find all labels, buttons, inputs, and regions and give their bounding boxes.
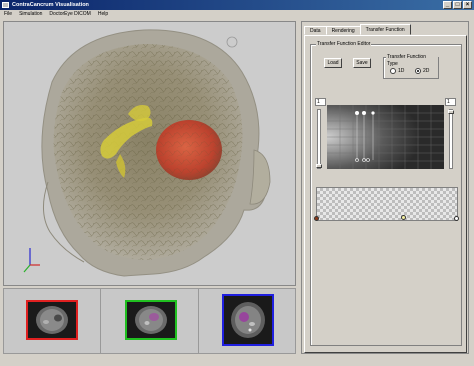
radio-2d-label: 2D xyxy=(423,68,430,74)
menu-file[interactable]: File xyxy=(4,10,12,19)
transfer-function-tab-body: Transfer Function Editor Load Save Trans… xyxy=(304,35,467,353)
min-value-spinbox[interactable]: 1 xyxy=(315,98,326,106)
slice-thumbnail-sagittal[interactable] xyxy=(222,294,274,346)
volume-render-viewport[interactable] xyxy=(3,21,296,286)
slice-cell-sagittal xyxy=(199,289,295,353)
colormap-node-end[interactable] xyxy=(454,216,459,221)
min-slider-handle[interactable] xyxy=(316,164,322,168)
max-value-slider[interactable] xyxy=(448,109,454,169)
radio-2d-indicator xyxy=(415,68,421,74)
close-button[interactable]: × xyxy=(463,1,472,9)
title-bar: ContraCancrum Visualisation _ □ × xyxy=(0,0,474,10)
transfer-function-type-group: Transfer Function Type 1D 2D xyxy=(383,54,439,79)
min-value-slider[interactable] xyxy=(316,109,322,169)
menu-help[interactable]: Help xyxy=(98,10,108,19)
transfer-function-editor-group: Transfer Function Editor Load Save Trans… xyxy=(310,41,462,346)
control-panel: Data Rendering Transfer Function Transfe… xyxy=(301,21,469,354)
colormap-node-mid[interactable] xyxy=(401,215,406,220)
window-controls: _ □ × xyxy=(443,1,472,9)
type-group-label: Transfer Function Type xyxy=(386,54,438,68)
menu-bar: File Simulation DoctorEye DICOM Help xyxy=(0,10,474,19)
transfer-function-canvas[interactable] xyxy=(327,105,444,169)
window-title: ContraCancrum Visualisation xyxy=(12,2,89,8)
radio-1d-indicator xyxy=(390,68,396,74)
save-button[interactable]: Save xyxy=(353,58,371,68)
colormap-editor[interactable] xyxy=(314,187,459,221)
tab-data[interactable]: Data xyxy=(304,26,327,35)
app-icon xyxy=(2,2,9,8)
editor-group-label: Transfer Function Editor xyxy=(316,41,372,48)
maximize-button[interactable]: □ xyxy=(453,1,462,9)
colormap-node-start[interactable] xyxy=(314,216,319,221)
slice-thumbnail-coronal[interactable] xyxy=(125,300,177,340)
max-slider-handle[interactable] xyxy=(448,110,454,114)
max-value-spinbox[interactable]: 1 xyxy=(445,98,456,106)
menu-doctoreye-dicom[interactable]: DoctorEye DICOM xyxy=(49,10,90,19)
slice-thumbnail-strip xyxy=(3,288,296,354)
menu-simulation[interactable]: Simulation xyxy=(19,10,42,19)
slice-thumbnail-axial[interactable] xyxy=(26,300,78,340)
slice-cell-axial xyxy=(4,289,101,353)
load-button[interactable]: Load xyxy=(324,58,342,68)
radio-2d[interactable]: 2D xyxy=(415,68,429,74)
volume-render-image xyxy=(23,29,271,277)
tab-transfer-function[interactable]: Transfer Function xyxy=(359,24,411,35)
slice-cell-coronal xyxy=(101,289,199,353)
tab-rendering[interactable]: Rendering xyxy=(325,26,361,35)
radio-1d-label: 1D xyxy=(398,68,405,74)
radio-1d[interactable]: 1D xyxy=(390,68,404,74)
minimize-button[interactable]: _ xyxy=(443,1,452,9)
